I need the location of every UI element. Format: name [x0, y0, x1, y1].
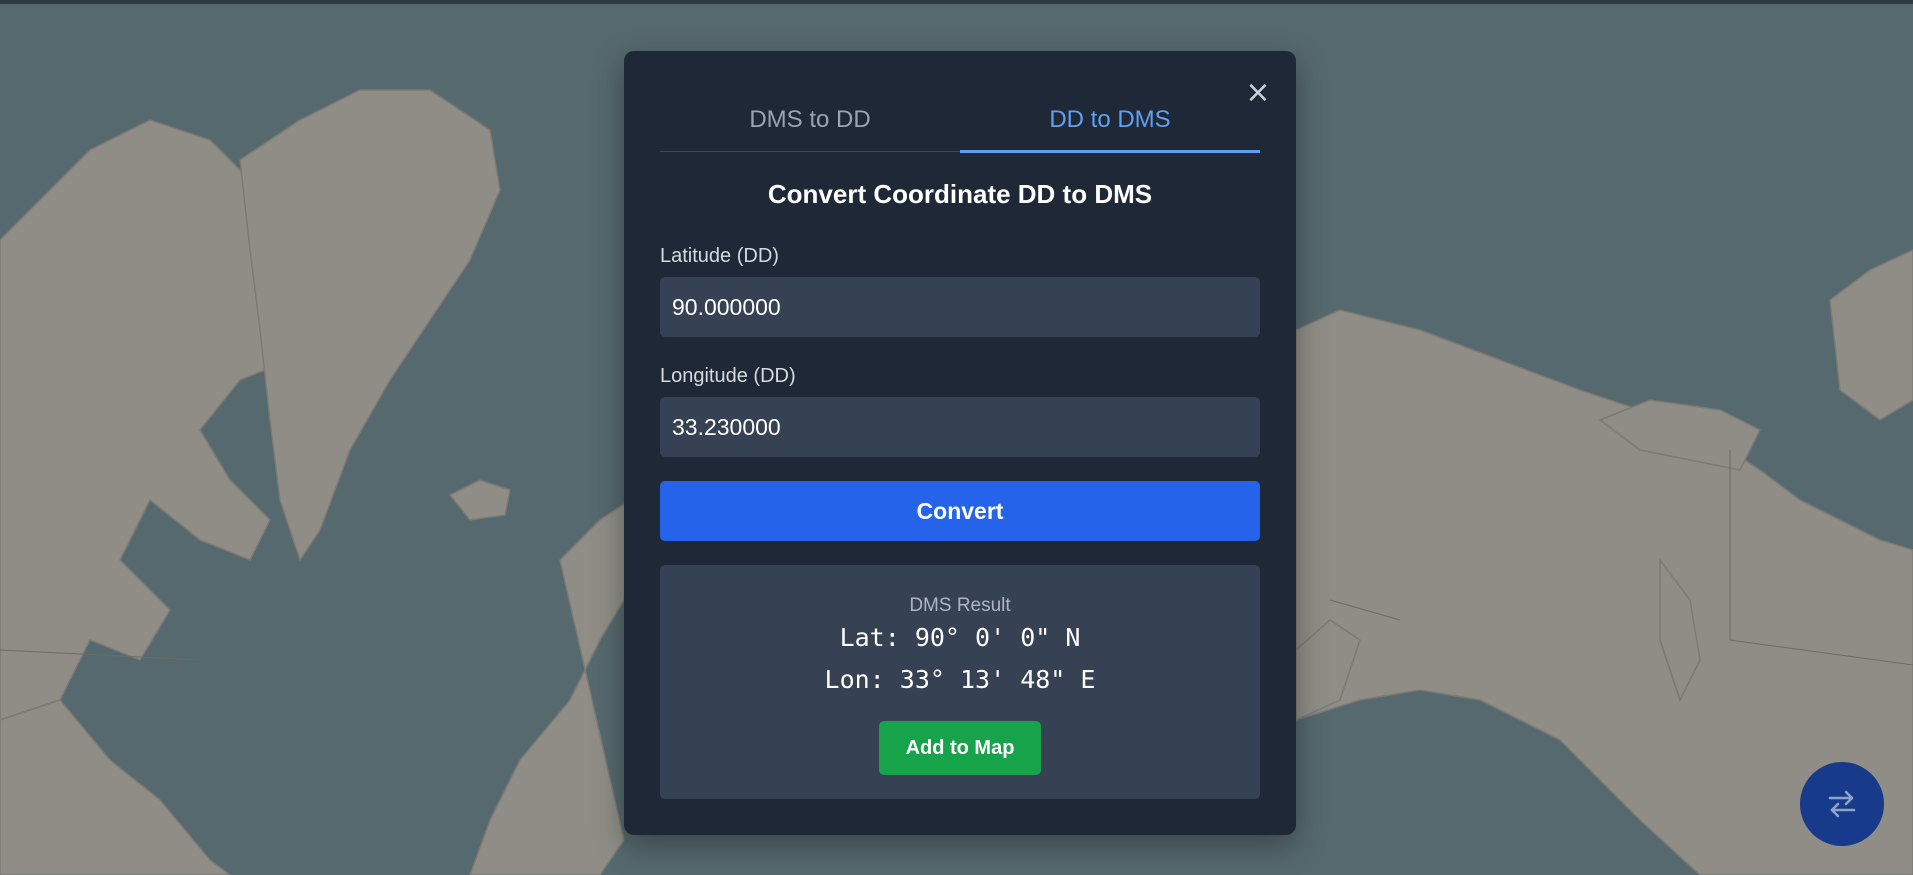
- tab-dd-to-dms[interactable]: DD to DMS: [960, 97, 1260, 153]
- top-border: [0, 0, 1913, 4]
- convert-button[interactable]: Convert: [660, 481, 1260, 541]
- converter-toggle-button[interactable]: [1800, 762, 1884, 846]
- swap-arrows-icon: [1828, 790, 1856, 818]
- converter-tabs: DMS to DD DD to DMS: [660, 97, 1260, 153]
- tab-dms-to-dd[interactable]: DMS to DD: [660, 97, 960, 151]
- dms-result-panel: DMS Result Lat: 90° 0' 0" N Lon: 33° 13'…: [660, 565, 1260, 799]
- result-longitude: Lon: 33° 13' 48" E: [824, 665, 1096, 694]
- dialog-title: Convert Coordinate DD to DMS: [767, 179, 1153, 209]
- result-label: DMS Result: [909, 595, 1011, 616]
- result-latitude: Lat: 90° 0' 0" N: [839, 623, 1081, 652]
- add-to-map-button[interactable]: Add to Map: [879, 721, 1041, 775]
- longitude-input[interactable]: [660, 397, 1260, 457]
- latitude-input[interactable]: [660, 277, 1260, 337]
- latitude-label: Latitude (DD): [660, 245, 779, 267]
- coordinate-converter-dialog: × DMS to DD DD to DMS Convert Coordinate…: [624, 51, 1296, 835]
- longitude-label: Longitude (DD): [660, 365, 796, 387]
